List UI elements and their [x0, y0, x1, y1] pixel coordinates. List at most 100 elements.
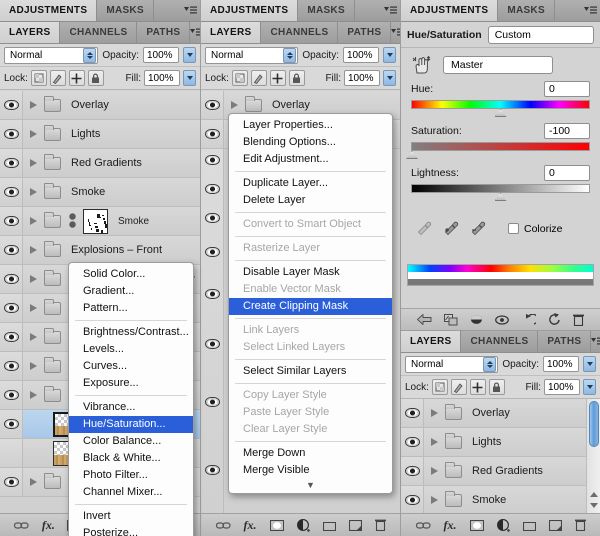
expand-group-triangle-icon[interactable] — [30, 391, 37, 399]
table-row[interactable]: Overlay — [0, 91, 200, 120]
fill-dropdown-icon[interactable] — [383, 70, 396, 86]
tab-layers[interactable]: LAYERS — [401, 331, 462, 352]
menu-item[interactable]: Duplicate Layer... — [229, 175, 392, 192]
eye-visibility-toggle[interactable] — [201, 120, 224, 148]
expand-group-triangle-icon[interactable] — [231, 101, 238, 109]
saturation-input[interactable]: -100 — [544, 123, 590, 139]
return-to-adjustment-list-icon[interactable] — [417, 314, 432, 325]
expand-group-triangle-icon[interactable] — [30, 333, 37, 341]
scroll-down-arrow-icon[interactable] — [590, 503, 598, 508]
add-layer-mask-icon[interactable] — [469, 519, 484, 531]
layer-style-fx-icon[interactable]: fx. — [444, 518, 457, 533]
hue-input[interactable]: 0 — [544, 81, 590, 97]
eye-visibility-toggle[interactable] — [401, 457, 424, 485]
expand-group-triangle-icon[interactable] — [30, 362, 37, 370]
delete-adjustment-layer-icon[interactable] — [573, 314, 584, 326]
delete-layer-icon[interactable] — [374, 519, 386, 531]
menu-item[interactable]: Disable Layer Mask — [229, 264, 392, 281]
tab-masks[interactable]: MASKS — [97, 0, 154, 21]
eye-visibility-toggle[interactable] — [0, 410, 23, 438]
menu-item[interactable]: Channel Mixer... — [69, 484, 193, 501]
menu-item[interactable]: Blending Options... — [229, 134, 392, 151]
lock-all-button[interactable] — [488, 379, 505, 395]
lightness-slider-knob[interactable] — [494, 193, 507, 201]
lock-image-pixels-button[interactable] — [49, 70, 66, 86]
link-layers-icon[interactable] — [415, 521, 431, 530]
eye-visibility-toggle[interactable] — [0, 91, 23, 119]
opacity-dropdown-icon[interactable] — [583, 356, 596, 372]
tab-layers[interactable]: LAYERS — [201, 22, 262, 43]
eye-visibility-icon[interactable] — [205, 213, 220, 223]
eye-visibility-icon[interactable] — [205, 339, 220, 349]
table-row[interactable]: Smoke — [0, 178, 200, 207]
new-layer-icon[interactable] — [548, 519, 562, 531]
table-row[interactable]: Explosions – Front — [0, 236, 200, 265]
expand-group-triangle-icon[interactable] — [30, 304, 37, 312]
clip-to-layer-icon[interactable] — [444, 313, 458, 326]
tab-adjustments[interactable]: ADJUSTMENTS — [401, 0, 499, 21]
tab-masks[interactable]: MASKS — [498, 0, 555, 21]
table-row[interactable]: Lights — [0, 120, 200, 149]
layer-style-fx-icon[interactable]: fx. — [42, 518, 55, 533]
fill-input[interactable]: 100% — [544, 379, 580, 395]
table-row[interactable]: Red Gradients — [401, 457, 600, 486]
expand-group-triangle-icon[interactable] — [431, 467, 438, 475]
opacity-dropdown-icon[interactable] — [383, 47, 396, 63]
blend-mode-select[interactable]: Normal — [405, 355, 499, 373]
expand-group-triangle-icon[interactable] — [30, 188, 37, 196]
eye-visibility-toggle[interactable] — [0, 120, 23, 148]
eye-visibility-icon[interactable] — [205, 289, 220, 299]
menu-item[interactable]: Vibrance... — [69, 399, 193, 416]
blend-mode-stepper[interactable] — [283, 47, 297, 63]
panel-menu-icon[interactable] — [591, 331, 600, 352]
blend-mode-select[interactable]: Normal — [205, 46, 299, 64]
menu-item[interactable]: Merge Visible — [229, 462, 392, 479]
new-adjustment-layer-menu[interactable]: Solid Color... Gradient... Pattern... Brigh… — [68, 262, 194, 536]
reset-adjustment-icon[interactable] — [548, 313, 561, 326]
undo-last-state-icon[interactable] — [521, 313, 536, 326]
menu-item[interactable]: Pattern... — [69, 300, 193, 317]
opacity-dropdown-icon[interactable] — [183, 47, 196, 63]
link-layers-icon[interactable] — [14, 521, 29, 530]
expand-group-triangle-icon[interactable] — [30, 159, 37, 167]
eye-visibility-toggle[interactable] — [0, 323, 23, 351]
eye-visibility-icon[interactable] — [205, 465, 220, 475]
menu-item[interactable]: Delete Layer — [229, 192, 392, 209]
menu-item[interactable]: Black & White... — [69, 450, 193, 467]
lock-position-button[interactable] — [68, 70, 85, 86]
layer-style-fx-icon[interactable]: fx. — [244, 518, 257, 533]
expand-group-triangle-icon[interactable] — [431, 496, 438, 504]
menu-item[interactable]: Color Balance... — [69, 433, 193, 450]
new-group-icon[interactable] — [522, 520, 536, 531]
menu-item[interactable]: Photo Filter... — [69, 467, 193, 484]
fill-dropdown-icon[interactable] — [583, 379, 596, 395]
blend-mode-stepper[interactable] — [83, 47, 97, 63]
tab-adjustments[interactable]: ADJUSTMENTS — [201, 0, 299, 21]
new-adjustment-layer-icon[interactable] — [296, 518, 310, 532]
menu-item[interactable]: Merge Down — [229, 445, 392, 462]
eye-visibility-toggle[interactable] — [401, 486, 424, 513]
preset-select[interactable]: Custom — [487, 25, 594, 44]
lock-position-button[interactable] — [269, 70, 286, 86]
opacity-input[interactable]: 100% — [543, 356, 579, 372]
expand-group-triangle-icon[interactable] — [30, 275, 37, 283]
menu-item[interactable]: Brightness/Contrast... — [69, 324, 193, 341]
right-layer-list[interactable]: OverlayLightsRed GradientsSmokeSmoke — [401, 399, 600, 513]
menu-item[interactable]: Gradient... — [69, 283, 193, 300]
fill-dropdown-icon[interactable] — [183, 70, 196, 86]
lock-transparent-pixels-button[interactable] — [431, 379, 448, 395]
tab-paths[interactable]: PATHS — [338, 22, 392, 43]
table-row[interactable]: Smoke — [401, 486, 600, 513]
expand-group-triangle-icon[interactable] — [30, 101, 37, 109]
menu-scroll-down-chevron-icon[interactable]: ▼ — [229, 479, 392, 490]
link-layers-icon[interactable] — [215, 521, 231, 530]
scroll-up-arrow-icon[interactable] — [590, 492, 598, 497]
table-row[interactable]: Lights — [401, 428, 600, 457]
layer-context-menu[interactable]: Layer Properties... Blending Options... Ed… — [228, 113, 393, 494]
new-layer-icon[interactable] — [348, 519, 362, 531]
targeted-adjustment-hand-icon[interactable] — [411, 55, 433, 75]
tab-layers[interactable]: LAYERS — [0, 22, 61, 43]
opacity-input[interactable]: 100% — [143, 47, 179, 63]
saturation-slider[interactable] — [406, 142, 590, 159]
menu-item[interactable]: Edit Adjustment... — [229, 151, 392, 168]
